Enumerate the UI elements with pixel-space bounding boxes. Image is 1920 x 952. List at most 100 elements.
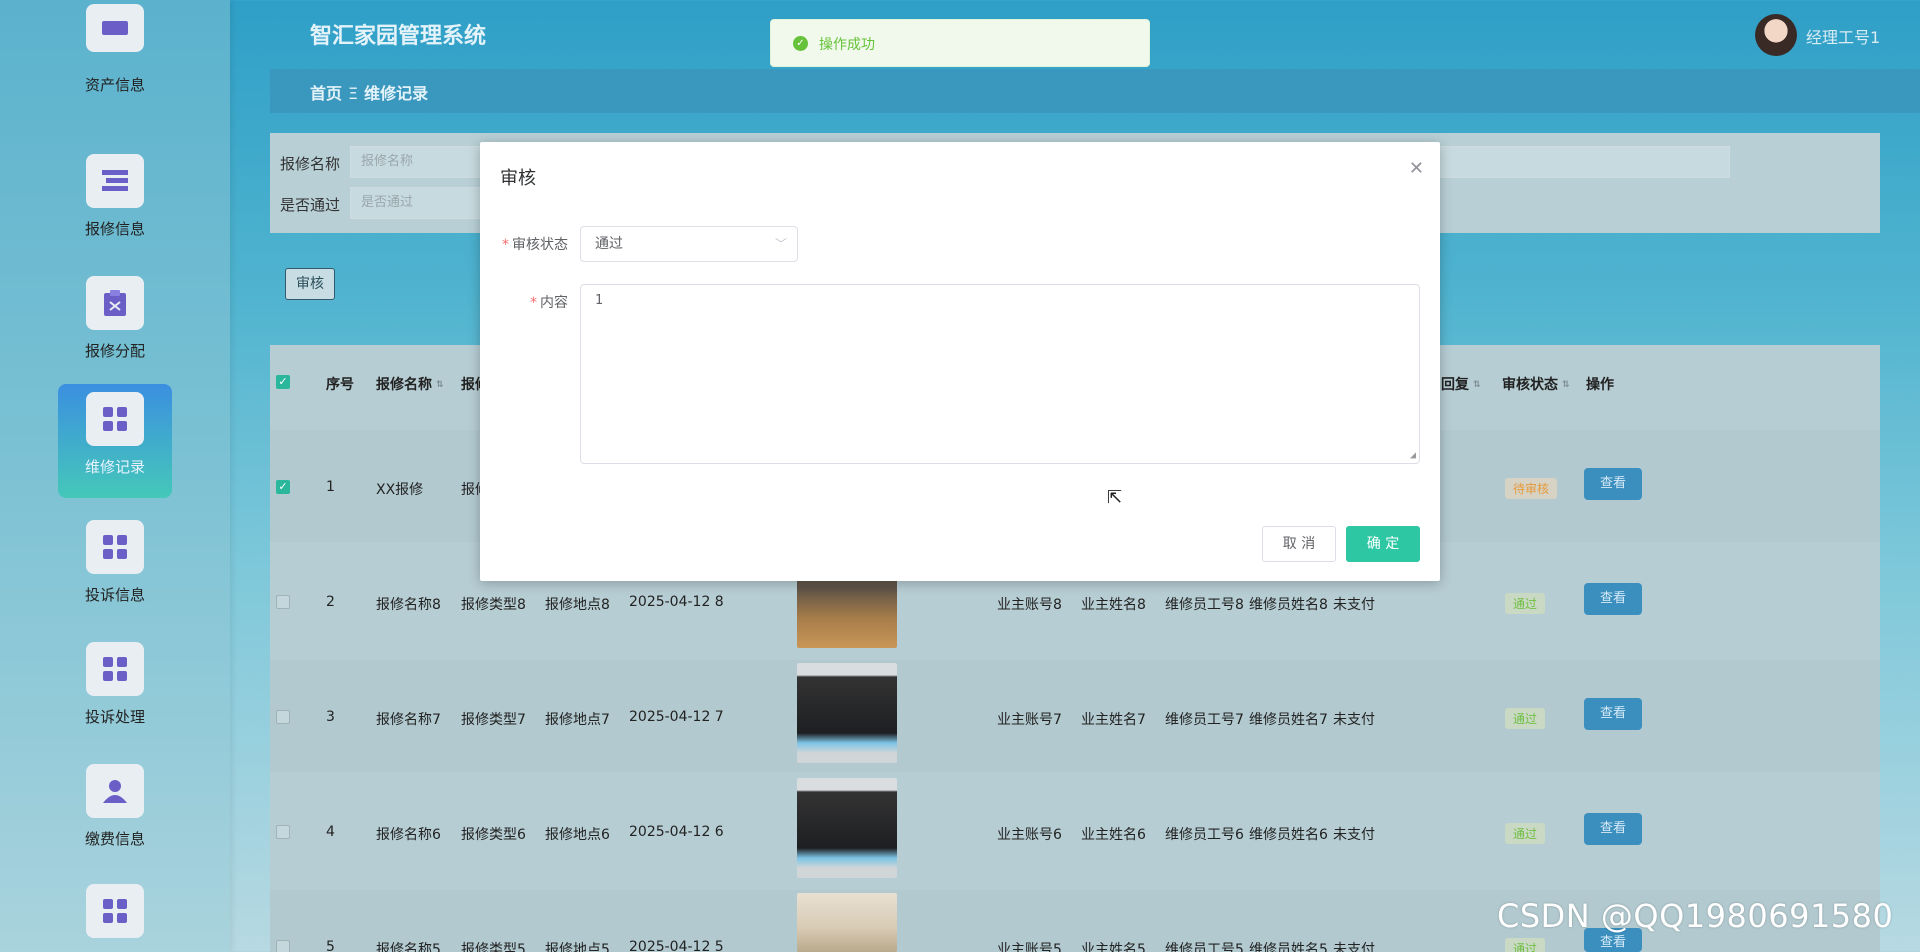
row-name: 报修名称8 (376, 597, 441, 613)
sidebar-item-maintenance-record[interactable]: 维修记录 (58, 384, 172, 498)
close-icon[interactable]: ✕ (1409, 158, 1424, 179)
user-icon (86, 764, 144, 818)
row-date: 2025-04-12 8 (629, 594, 724, 610)
column-header-name[interactable]: 报修名称 ⇅ (376, 374, 444, 394)
sidebar-item-payment-info[interactable]: 缴费信息 (58, 756, 172, 870)
sidebar-item-label: 报修分配 (84, 342, 145, 360)
watermark: CSDN @QQ1980691580 (1497, 897, 1894, 935)
row-owner-account: 业主账号7 (997, 712, 1062, 728)
content-value: 1 (595, 293, 603, 308)
toast-message: 操作成功 (819, 37, 875, 53)
audit-status-value: 通过 (595, 236, 623, 252)
row-index: 5 (326, 939, 335, 952)
row-worker-name: 维修员姓名7 (1249, 712, 1328, 728)
status-badge: 通过 (1505, 593, 1546, 614)
row-worker-id: 维修员工号5 (1165, 942, 1244, 952)
repair-info-icon (86, 154, 144, 208)
row-worker-name: 维修员姓名6 (1249, 827, 1328, 843)
confirm-button[interactable]: 确 定 (1346, 526, 1420, 562)
row-image[interactable] (797, 663, 897, 763)
row-owner-name: 业主姓名7 (1081, 712, 1146, 728)
row-place: 报修地点7 (545, 712, 610, 728)
grid-icon (86, 642, 144, 696)
asset-icon (86, 4, 144, 52)
row-owner-name: 业主姓名6 (1081, 827, 1146, 843)
sidebar-item-label: 缴费信息 (84, 830, 145, 848)
sidebar-item-repair-info[interactable]: 报修信息 (58, 146, 172, 260)
sidebar-item-complaint-handle[interactable]: 投诉处理 (58, 634, 172, 748)
grid-icon (86, 392, 144, 446)
user-name[interactable]: 经理工号1 (1806, 24, 1880, 48)
cancel-button[interactable]: 取 消 (1262, 526, 1336, 562)
select-all-checkbox[interactable]: ✓ (276, 375, 290, 389)
row-place: 报修地点5 (545, 942, 610, 952)
status-badge: 通过 (1505, 708, 1546, 729)
status-badge: 通过 (1505, 823, 1546, 844)
row-name: XX报修 (376, 482, 424, 498)
success-toast: ✓ 操作成功 (770, 19, 1150, 67)
row-pay-status: 未支付 (1333, 827, 1375, 843)
row-date: 2025-04-12 7 (629, 709, 724, 725)
row-owner-name: 业主姓名5 (1081, 942, 1146, 952)
row-pay-status: 未支付 (1333, 597, 1375, 613)
row-checkbox[interactable] (276, 595, 290, 609)
sidebar: 资产信息 报修信息 报修分配 维修记录 投诉信息 投诉处理 缴费信息 (0, 0, 230, 952)
row-name: 报修名称7 (376, 712, 441, 728)
row-index: 3 (326, 709, 335, 725)
sidebar-item-complaint-info[interactable]: 投诉信息 (58, 512, 172, 626)
sort-icon[interactable]: ⇅ (1562, 380, 1570, 390)
check-circle-icon: ✓ (793, 36, 808, 51)
row-image[interactable] (797, 778, 897, 878)
row-pay-status: 未支付 (1333, 942, 1375, 952)
row-worker-name: 维修员姓名8 (1249, 597, 1328, 613)
row-pay-status: 未支付 (1333, 712, 1375, 728)
avatar[interactable] (1755, 14, 1797, 56)
row-checkbox[interactable] (276, 940, 290, 952)
audit-status-label: * 审核状态 (502, 237, 568, 253)
chevron-down-icon: ﹀ (774, 237, 787, 251)
status-badge: 待审核 (1505, 478, 1558, 499)
row-date: 2025-04-12 6 (629, 824, 724, 840)
column-header-reply[interactable]: 回复 ⇅ (1441, 374, 1481, 394)
sidebar-item-label: 报修信息 (84, 220, 145, 238)
view-button[interactable]: 查看 (1584, 813, 1642, 845)
row-checkbox[interactable] (276, 710, 290, 724)
sidebar-item-asset[interactable]: 资产信息 (58, 0, 172, 104)
resize-handle-icon[interactable]: ◢ (1410, 450, 1416, 461)
row-owner-account: 业主账号5 (997, 942, 1062, 952)
view-button[interactable]: 查看 (1584, 583, 1642, 615)
view-button[interactable]: 查看 (1584, 698, 1642, 730)
audit-status-select[interactable]: 通过 ﹀ (580, 226, 798, 262)
row-worker-id: 维修员工号6 (1165, 827, 1244, 843)
sidebar-item-more[interactable] (58, 876, 172, 952)
sort-icon[interactable]: ⇅ (1473, 380, 1481, 390)
column-header-audit-status[interactable]: 审核状态 ⇅ (1502, 374, 1570, 394)
row-owner-account: 业主账号6 (997, 827, 1062, 843)
view-button[interactable]: 查看 (1584, 468, 1642, 500)
row-worker-id: 维修员工号7 (1165, 712, 1244, 728)
mouse-cursor-icon: ⇱ (1107, 487, 1123, 508)
row-checkbox[interactable] (276, 825, 290, 839)
breadcrumb-separator: Ξ (348, 84, 359, 103)
row-worker-id: 维修员工号8 (1165, 597, 1244, 613)
row-owner-name: 业主姓名8 (1081, 597, 1146, 613)
row-type: 报修类型7 (461, 712, 526, 728)
dialog-title: 审核 (500, 168, 536, 189)
search-name-label: 报修名称 (280, 155, 341, 173)
row-place: 报修地点8 (545, 597, 610, 613)
row-date: 2025-04-12 5 (629, 939, 724, 952)
row-type: 报修类型5 (461, 942, 526, 952)
sidebar-item-repair-assign[interactable]: 报修分配 (58, 268, 172, 382)
column-header-actions: 操作 (1586, 377, 1614, 393)
content-textarea[interactable]: 1 ◢ (580, 284, 1420, 464)
grid-icon (86, 884, 144, 938)
sort-icon[interactable]: ⇅ (436, 380, 444, 390)
row-name: 报修名称6 (376, 827, 441, 843)
row-checkbox[interactable]: ✓ (276, 480, 290, 494)
clipboard-icon (86, 276, 144, 330)
row-index: 2 (326, 594, 335, 610)
row-image[interactable] (797, 893, 897, 952)
sidebar-item-label: 投诉处理 (84, 708, 145, 726)
audit-button[interactable]: 审核 (285, 268, 335, 300)
breadcrumb-home[interactable]: 首页 (310, 84, 342, 103)
